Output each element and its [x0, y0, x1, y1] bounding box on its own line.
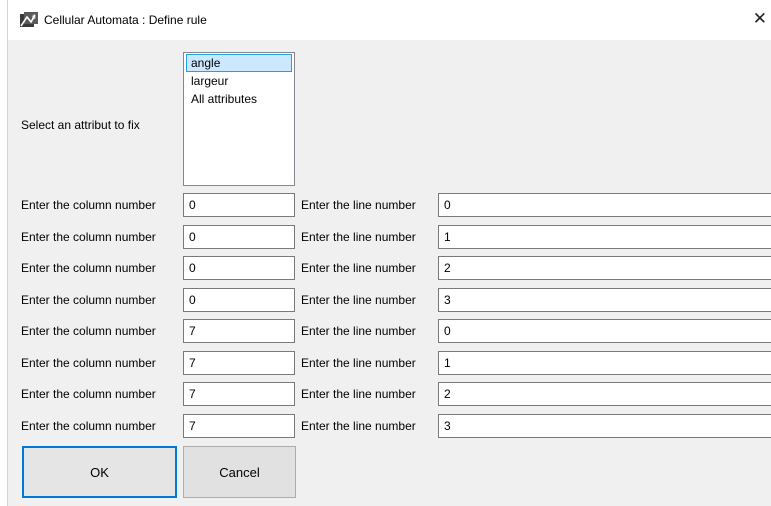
column-number-input[interactable]: 0: [183, 193, 295, 217]
close-icon[interactable]: ✕: [753, 9, 767, 29]
column-number-label: Enter the column number: [21, 261, 156, 275]
cell-row: Enter the column number 7 Enter the line…: [8, 351, 771, 377]
window-title: Cellular Automata : Define rule: [44, 13, 207, 27]
cancel-button[interactable]: Cancel: [183, 446, 296, 498]
column-number-label: Enter the column number: [21, 387, 156, 401]
line-number-input[interactable]: 2: [438, 256, 771, 280]
line-number-label: Enter the line number: [301, 230, 416, 244]
cell-row: Enter the column number 0 Enter the line…: [8, 288, 771, 314]
line-number-input[interactable]: 2: [438, 382, 771, 406]
line-number-label: Enter the line number: [301, 419, 416, 433]
cell-row: Enter the column number 7 Enter the line…: [8, 414, 771, 440]
column-number-input[interactable]: 7: [183, 351, 295, 375]
ok-button[interactable]: OK: [22, 446, 177, 498]
line-number-input[interactable]: 0: [438, 319, 771, 343]
column-number-input[interactable]: 0: [183, 256, 295, 280]
list-item[interactable]: largeur: [186, 72, 292, 90]
column-number-label: Enter the column number: [21, 419, 156, 433]
dialog-window: 6 Cellular Automata : Define rule ✕ Sele…: [7, 0, 771, 506]
line-number-input[interactable]: 0: [438, 193, 771, 217]
line-number-input[interactable]: 3: [438, 288, 771, 312]
svg-text:6: 6: [32, 14, 36, 21]
line-number-label: Enter the line number: [301, 356, 416, 370]
line-number-label: Enter the line number: [301, 324, 416, 338]
line-number-input[interactable]: 1: [438, 351, 771, 375]
cell-row: Enter the column number 0 Enter the line…: [8, 256, 771, 282]
column-number-label: Enter the column number: [21, 356, 156, 370]
column-number-input[interactable]: 7: [183, 382, 295, 406]
column-number-input[interactable]: 7: [183, 319, 295, 343]
column-number-input[interactable]: 7: [183, 414, 295, 438]
line-number-label: Enter the line number: [301, 387, 416, 401]
column-number-input[interactable]: 0: [183, 288, 295, 312]
line-number-input[interactable]: 3: [438, 414, 771, 438]
attribute-listbox[interactable]: angle largeur All attributes: [183, 52, 295, 186]
column-number-input[interactable]: 0: [183, 225, 295, 249]
attribute-label: Select an attribut to fix: [21, 118, 140, 132]
cell-row: Enter the column number 0 Enter the line…: [8, 193, 771, 219]
cell-row: Enter the column number 0 Enter the line…: [8, 225, 771, 251]
line-number-label: Enter the line number: [301, 198, 416, 212]
column-number-label: Enter the column number: [21, 230, 156, 244]
line-number-label: Enter the line number: [301, 261, 416, 275]
column-number-label: Enter the column number: [21, 324, 156, 338]
column-number-label: Enter the column number: [21, 198, 156, 212]
app-icon: 6: [19, 11, 39, 29]
column-number-label: Enter the column number: [21, 293, 156, 307]
list-item[interactable]: angle: [186, 54, 292, 72]
cell-row: Enter the column number 7 Enter the line…: [8, 382, 771, 408]
line-number-input[interactable]: 1: [438, 225, 771, 249]
title-bar: 6 Cellular Automata : Define rule ✕: [8, 0, 771, 40]
list-item[interactable]: All attributes: [186, 90, 292, 108]
line-number-label: Enter the line number: [301, 293, 416, 307]
cell-row: Enter the column number 7 Enter the line…: [8, 319, 771, 345]
